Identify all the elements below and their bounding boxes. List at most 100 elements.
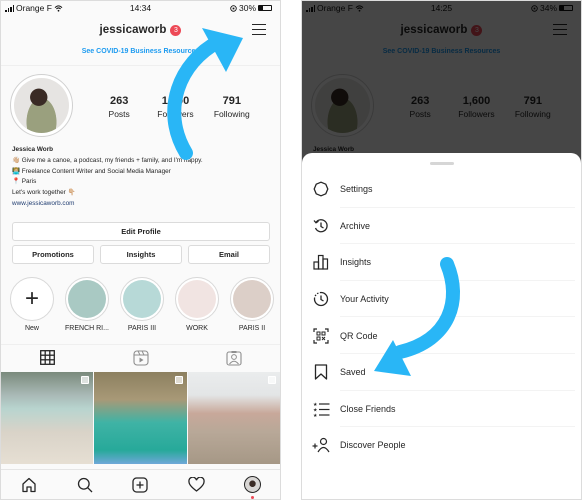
close-friends-icon: ★★★	[313, 402, 329, 417]
nav-home[interactable]	[15, 474, 43, 496]
menu-item-close-friends[interactable]: ★ ★ ★ Close Friends	[302, 391, 581, 428]
insights-button[interactable]: Insights	[100, 245, 182, 264]
menu-item-qr-code[interactable]: QR Code	[302, 317, 581, 354]
activity-icon	[313, 291, 329, 307]
menu-item-your-activity[interactable]: Your Activity	[302, 281, 581, 318]
divider	[1, 65, 280, 66]
nav-activity[interactable]	[182, 474, 210, 496]
highlight-item[interactable]: PARIS II	[230, 277, 274, 332]
highlight-item[interactable]: FRENCH RI...	[65, 277, 109, 332]
hamburger-menu-icon[interactable]	[252, 24, 266, 35]
stat-value: 263	[109, 95, 129, 107]
home-icon	[22, 477, 36, 492]
highlight-label: PARIS II	[238, 325, 266, 332]
promotions-button[interactable]: Promotions	[12, 245, 94, 264]
menu-item-settings[interactable]: Settings	[302, 171, 581, 208]
menu-list: Settings Archive Insights Your Activity …	[302, 171, 581, 464]
nav-new-post[interactable]	[126, 474, 154, 496]
stat-followers[interactable]: 1,600 Followers	[147, 95, 203, 119]
menu-item-label: Discover People	[340, 440, 406, 451]
reels-icon	[132, 349, 149, 366]
stat-label: Followers	[157, 109, 194, 119]
bio-line: 📍 Paris	[12, 178, 37, 186]
menu-item-archive[interactable]: Archive	[302, 208, 581, 245]
notification-dot	[250, 495, 254, 499]
carousel-icon	[174, 376, 183, 384]
profile-screen: Orange F 14:34 30% jessicaworb 3 See COV…	[0, 0, 281, 500]
highlight-label: FRENCH RI...	[65, 325, 109, 332]
highlight-new[interactable]: + New	[10, 277, 54, 332]
menu-item-insights[interactable]: Insights	[302, 244, 581, 281]
website-link[interactable]: www.jessicaworb.com	[12, 199, 270, 210]
email-button[interactable]: Email	[188, 245, 270, 264]
settings-icon	[313, 181, 329, 197]
highlight-cover	[123, 280, 161, 318]
highlight-label: PARIS III	[127, 325, 157, 332]
post-thumbnail[interactable]	[187, 372, 280, 464]
add-post-icon	[132, 476, 149, 493]
carousel-icon	[268, 376, 276, 384]
highlight-label: New	[24, 325, 39, 332]
covid-resources-link[interactable]: See COVID-19 Business Resources	[1, 48, 280, 55]
stat-following[interactable]: 791 Following	[204, 95, 260, 119]
tab-reels[interactable]	[94, 345, 187, 370]
highlight-item[interactable]: WORK	[175, 277, 219, 332]
menu-item-label: Archive	[340, 220, 371, 231]
username[interactable]: jessicaworb	[100, 24, 167, 36]
insights-icon	[313, 255, 329, 271]
menu-item-discover-people[interactable]: Discover People	[302, 427, 581, 464]
plus-icon: +	[24, 285, 39, 312]
display-name: Jessica Worb	[12, 146, 54, 153]
highlight-cover	[178, 280, 216, 318]
search-icon	[77, 477, 93, 492]
menu-item-saved[interactable]: Saved	[302, 354, 581, 391]
menu-item-label: Close Friends	[340, 403, 396, 414]
profile-avatar[interactable]	[10, 74, 73, 137]
menu-item-label: QR Code	[340, 330, 378, 341]
profile-tabs	[1, 344, 280, 370]
tab-grid[interactable]	[1, 345, 94, 370]
profile-bio: Jessica Worb 👋🏼 Give me a canoe, a podca…	[12, 145, 270, 210]
orientation-lock-icon	[230, 4, 237, 12]
stat-value: 1,600	[161, 95, 190, 107]
tagged-icon	[225, 350, 242, 366]
grid-icon	[40, 350, 55, 365]
avatar-photo	[14, 78, 69, 133]
profile-avatar-icon	[243, 476, 261, 493]
bottom-navigation	[1, 469, 280, 499]
notification-badge[interactable]: 3	[170, 24, 182, 36]
bio-line: 👩🏼‍💻 Freelance Content Writer and Social…	[12, 167, 171, 175]
nav-search[interactable]	[71, 474, 99, 496]
heart-icon	[188, 477, 205, 492]
story-highlights: + New FRENCH RI... PARIS III WORK PARIS …	[10, 277, 280, 332]
menu-item-label: Settings	[340, 184, 373, 195]
sheet-drag-handle[interactable]	[429, 162, 454, 165]
profile-menu-sheet: Settings Archive Insights Your Activity …	[302, 153, 581, 499]
menu-item-label: Insights	[340, 257, 372, 268]
tab-tagged[interactable]	[187, 345, 280, 370]
status-bar: Orange F 14:34 30%	[1, 1, 280, 15]
stat-label: Following	[213, 109, 250, 119]
stat-label: Posts	[108, 109, 130, 119]
battery-percent: 30%	[238, 3, 256, 13]
menu-item-label: Saved	[340, 367, 366, 378]
post-thumbnail[interactable]	[94, 372, 187, 464]
highlight-cover	[233, 280, 271, 318]
profile-stats: 263 Posts 1,600 Followers 791 Following	[91, 95, 260, 119]
archive-icon	[313, 218, 328, 233]
nav-profile[interactable]	[238, 474, 266, 499]
posts-grid	[1, 372, 280, 464]
battery-status: 30%	[230, 3, 272, 13]
post-thumbnail[interactable]	[1, 372, 94, 464]
carousel-icon	[81, 376, 90, 384]
stat-posts[interactable]: 263 Posts	[91, 95, 147, 119]
discover-people-icon	[312, 438, 330, 453]
bio-line: 👋🏼 Give me a canoe, a podcast, my friend…	[12, 156, 203, 164]
highlight-item[interactable]: PARIS III	[120, 277, 164, 332]
edit-profile-button[interactable]: Edit Profile	[12, 222, 270, 241]
profile-menu-screen: Orange F 14:25 34% jessicaworb 3 See COV…	[301, 0, 582, 500]
svg-text:★: ★	[313, 413, 318, 417]
qr-code-icon	[313, 328, 329, 344]
highlight-cover	[68, 280, 106, 318]
stat-value: 791	[222, 95, 241, 107]
